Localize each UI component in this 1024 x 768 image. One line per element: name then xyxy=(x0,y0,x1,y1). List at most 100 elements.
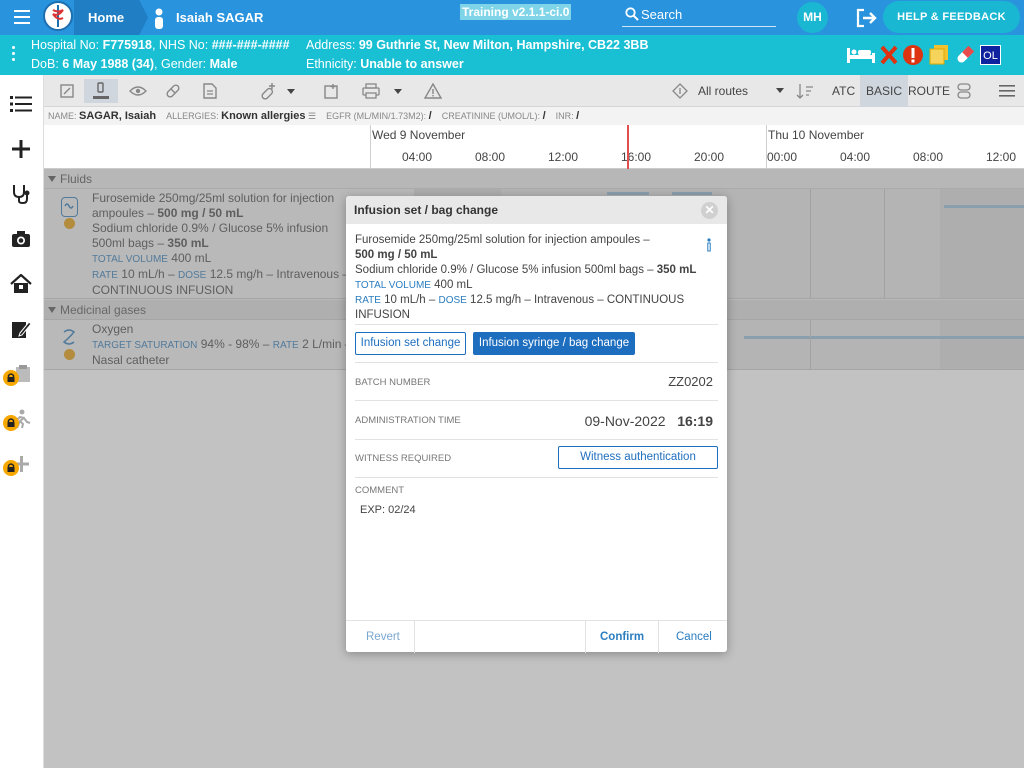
add-medication-icon[interactable] xyxy=(251,79,285,103)
alert-icon[interactable] xyxy=(902,44,924,66)
egfr-label: EGFR (ML/MIN/1.73M2): xyxy=(326,111,427,121)
add-dropdown-caret-icon[interactable] xyxy=(281,79,301,103)
summary-line3-amount: 350 mL xyxy=(656,264,697,276)
lock-icon xyxy=(3,370,19,386)
separator xyxy=(355,477,718,478)
dob-label: DoB: xyxy=(31,57,59,71)
infusion-set-change-button[interactable]: Infusion set change xyxy=(355,332,466,355)
search-input[interactable]: Search xyxy=(622,6,776,27)
gender-value: Male xyxy=(209,57,238,71)
summary-dose-label: DOSE xyxy=(438,295,467,306)
lock-icon xyxy=(3,415,19,431)
user-avatar[interactable]: MH xyxy=(797,2,828,33)
camera-icon[interactable] xyxy=(6,224,36,254)
revert-button[interactable]: Revert xyxy=(366,621,400,653)
documents-icon[interactable] xyxy=(928,44,950,66)
medication-icon[interactable] xyxy=(954,44,976,66)
no-resuscitation-icon[interactable] xyxy=(880,45,898,65)
ol-badge[interactable]: OL xyxy=(980,45,1001,65)
separator xyxy=(355,362,718,363)
edit-document-icon[interactable] xyxy=(6,314,36,344)
sort-icon[interactable] xyxy=(788,79,822,103)
document-icon[interactable] xyxy=(193,79,227,103)
list-icon[interactable] xyxy=(6,89,36,119)
gender-label: Gender: xyxy=(160,57,207,71)
summary-rate-label: RATE xyxy=(355,295,381,306)
hour-label: 04:00 xyxy=(402,150,433,164)
summary-rate-value: 10 mL/h – xyxy=(384,294,436,306)
menu-icon[interactable] xyxy=(990,79,1024,103)
creatinine-value: / xyxy=(542,110,546,122)
print-icon[interactable] xyxy=(354,79,388,103)
basic-view-button[interactable]: BASIC xyxy=(860,75,909,107)
rx-icon[interactable] xyxy=(314,79,348,103)
summary-line3: Sodium chloride 0.9% / Glucose 5% infusi… xyxy=(355,263,697,278)
allergies-menu-icon[interactable]: ☰ xyxy=(308,111,316,121)
more-options-icon[interactable] xyxy=(12,46,15,64)
comment-textarea[interactable]: EXP: 02/24 xyxy=(360,504,416,516)
infusion-syringe-bag-change-button[interactable]: Infusion syringe / bag change xyxy=(473,332,635,355)
hour-label: 04:00 xyxy=(840,150,871,164)
witness-required-label: WITNESS REQUIRED xyxy=(355,453,452,464)
warning-icon[interactable] xyxy=(416,79,450,103)
pill-icon[interactable] xyxy=(156,79,190,103)
administration-date[interactable]: 09-Nov-2022 xyxy=(585,413,666,429)
ethnicity-line: Ethnicity: Unable to answer xyxy=(306,57,464,71)
print-dropdown-caret-icon[interactable] xyxy=(388,79,408,103)
administration-time-field[interactable]: 09-Nov-2022 16:19 xyxy=(585,413,713,429)
summary-total-label: TOTAL VOLUME xyxy=(355,280,431,291)
hour-label: 16:00 xyxy=(621,150,652,164)
bed-icon[interactable] xyxy=(846,45,876,65)
footer-divider xyxy=(414,621,415,653)
app-logo[interactable] xyxy=(43,1,73,31)
hospital-nhs-line: Hospital No: F775918, NHS No: ###-###-##… xyxy=(31,38,290,52)
cancel-button[interactable]: Cancel xyxy=(676,621,712,653)
left-sidebar xyxy=(0,75,44,768)
dob-gender-line: DoB: 6 May 1988 (34), Gender: Male xyxy=(31,57,238,71)
routes-select[interactable]: All routes xyxy=(698,75,785,107)
house-icon[interactable] xyxy=(6,269,36,299)
name-value: SAGAR, Isaiah xyxy=(79,110,157,122)
batch-number-value[interactable]: ZZ0202 xyxy=(668,374,713,389)
chart-toolbar: All routes ATC BASIC ROUTE xyxy=(44,75,1024,107)
stethoscope-icon[interactable] xyxy=(6,179,36,209)
route-view-button[interactable]: ROUTE xyxy=(908,75,950,107)
group-icon[interactable] xyxy=(947,79,981,103)
atc-view-button[interactable]: ATC xyxy=(832,75,855,107)
inr-label: INR: xyxy=(555,111,574,121)
patient-alert-icons: OL xyxy=(846,43,1001,67)
hamburger-menu-icon[interactable] xyxy=(14,10,36,26)
help-feedback-button[interactable]: HELP & FEEDBACK xyxy=(883,1,1020,33)
separator xyxy=(355,439,718,440)
home-breadcrumb[interactable]: Home xyxy=(74,0,149,35)
administration-time[interactable]: 16:19 xyxy=(677,413,713,429)
allergies-value[interactable]: Known allergies xyxy=(221,110,305,122)
batch-number-label: BATCH NUMBER xyxy=(355,377,431,388)
summary-dose-value: 12.5 mg/h – Intravenous – CONTINUOUS xyxy=(470,294,685,306)
ethnicity-label: Ethnicity: xyxy=(306,57,357,71)
lock-icon xyxy=(3,460,19,476)
person-icon xyxy=(155,8,163,29)
summary-line6: INFUSION xyxy=(355,309,410,321)
chart-view-icon[interactable] xyxy=(50,79,84,103)
hospital-no-value: F775918 xyxy=(102,38,152,52)
creatinine-label: CREATININE (UMOL/L): xyxy=(441,111,541,121)
dialog-title: Infusion set / bag change xyxy=(346,196,727,224)
add-icon[interactable] xyxy=(6,134,36,164)
day-divider xyxy=(370,125,371,169)
timeline-header: Wed 9 November Thu 10 November 04:00 08:… xyxy=(44,125,1024,169)
info-icon[interactable] xyxy=(705,238,713,255)
confirm-button[interactable]: Confirm xyxy=(600,621,644,653)
close-icon[interactable]: ✕ xyxy=(701,202,718,219)
witness-authentication-button[interactable]: Witness authentication xyxy=(558,446,718,469)
routes-filter-icon[interactable] xyxy=(670,79,690,103)
dialog-prescription-summary: Furosemide 250mg/25ml solution for injec… xyxy=(355,233,697,323)
search-placeholder: Search xyxy=(641,7,683,22)
administration-view-icon[interactable] xyxy=(84,79,118,103)
dob-value: 6 May 1988 (34) xyxy=(62,57,155,71)
patient-breadcrumb[interactable]: Isaiah SAGAR xyxy=(150,0,263,35)
logout-icon[interactable] xyxy=(856,8,878,28)
eye-icon[interactable] xyxy=(121,79,155,103)
hour-label: 00:00 xyxy=(767,150,798,164)
dialog-footer: Revert Confirm Cancel xyxy=(346,620,727,653)
